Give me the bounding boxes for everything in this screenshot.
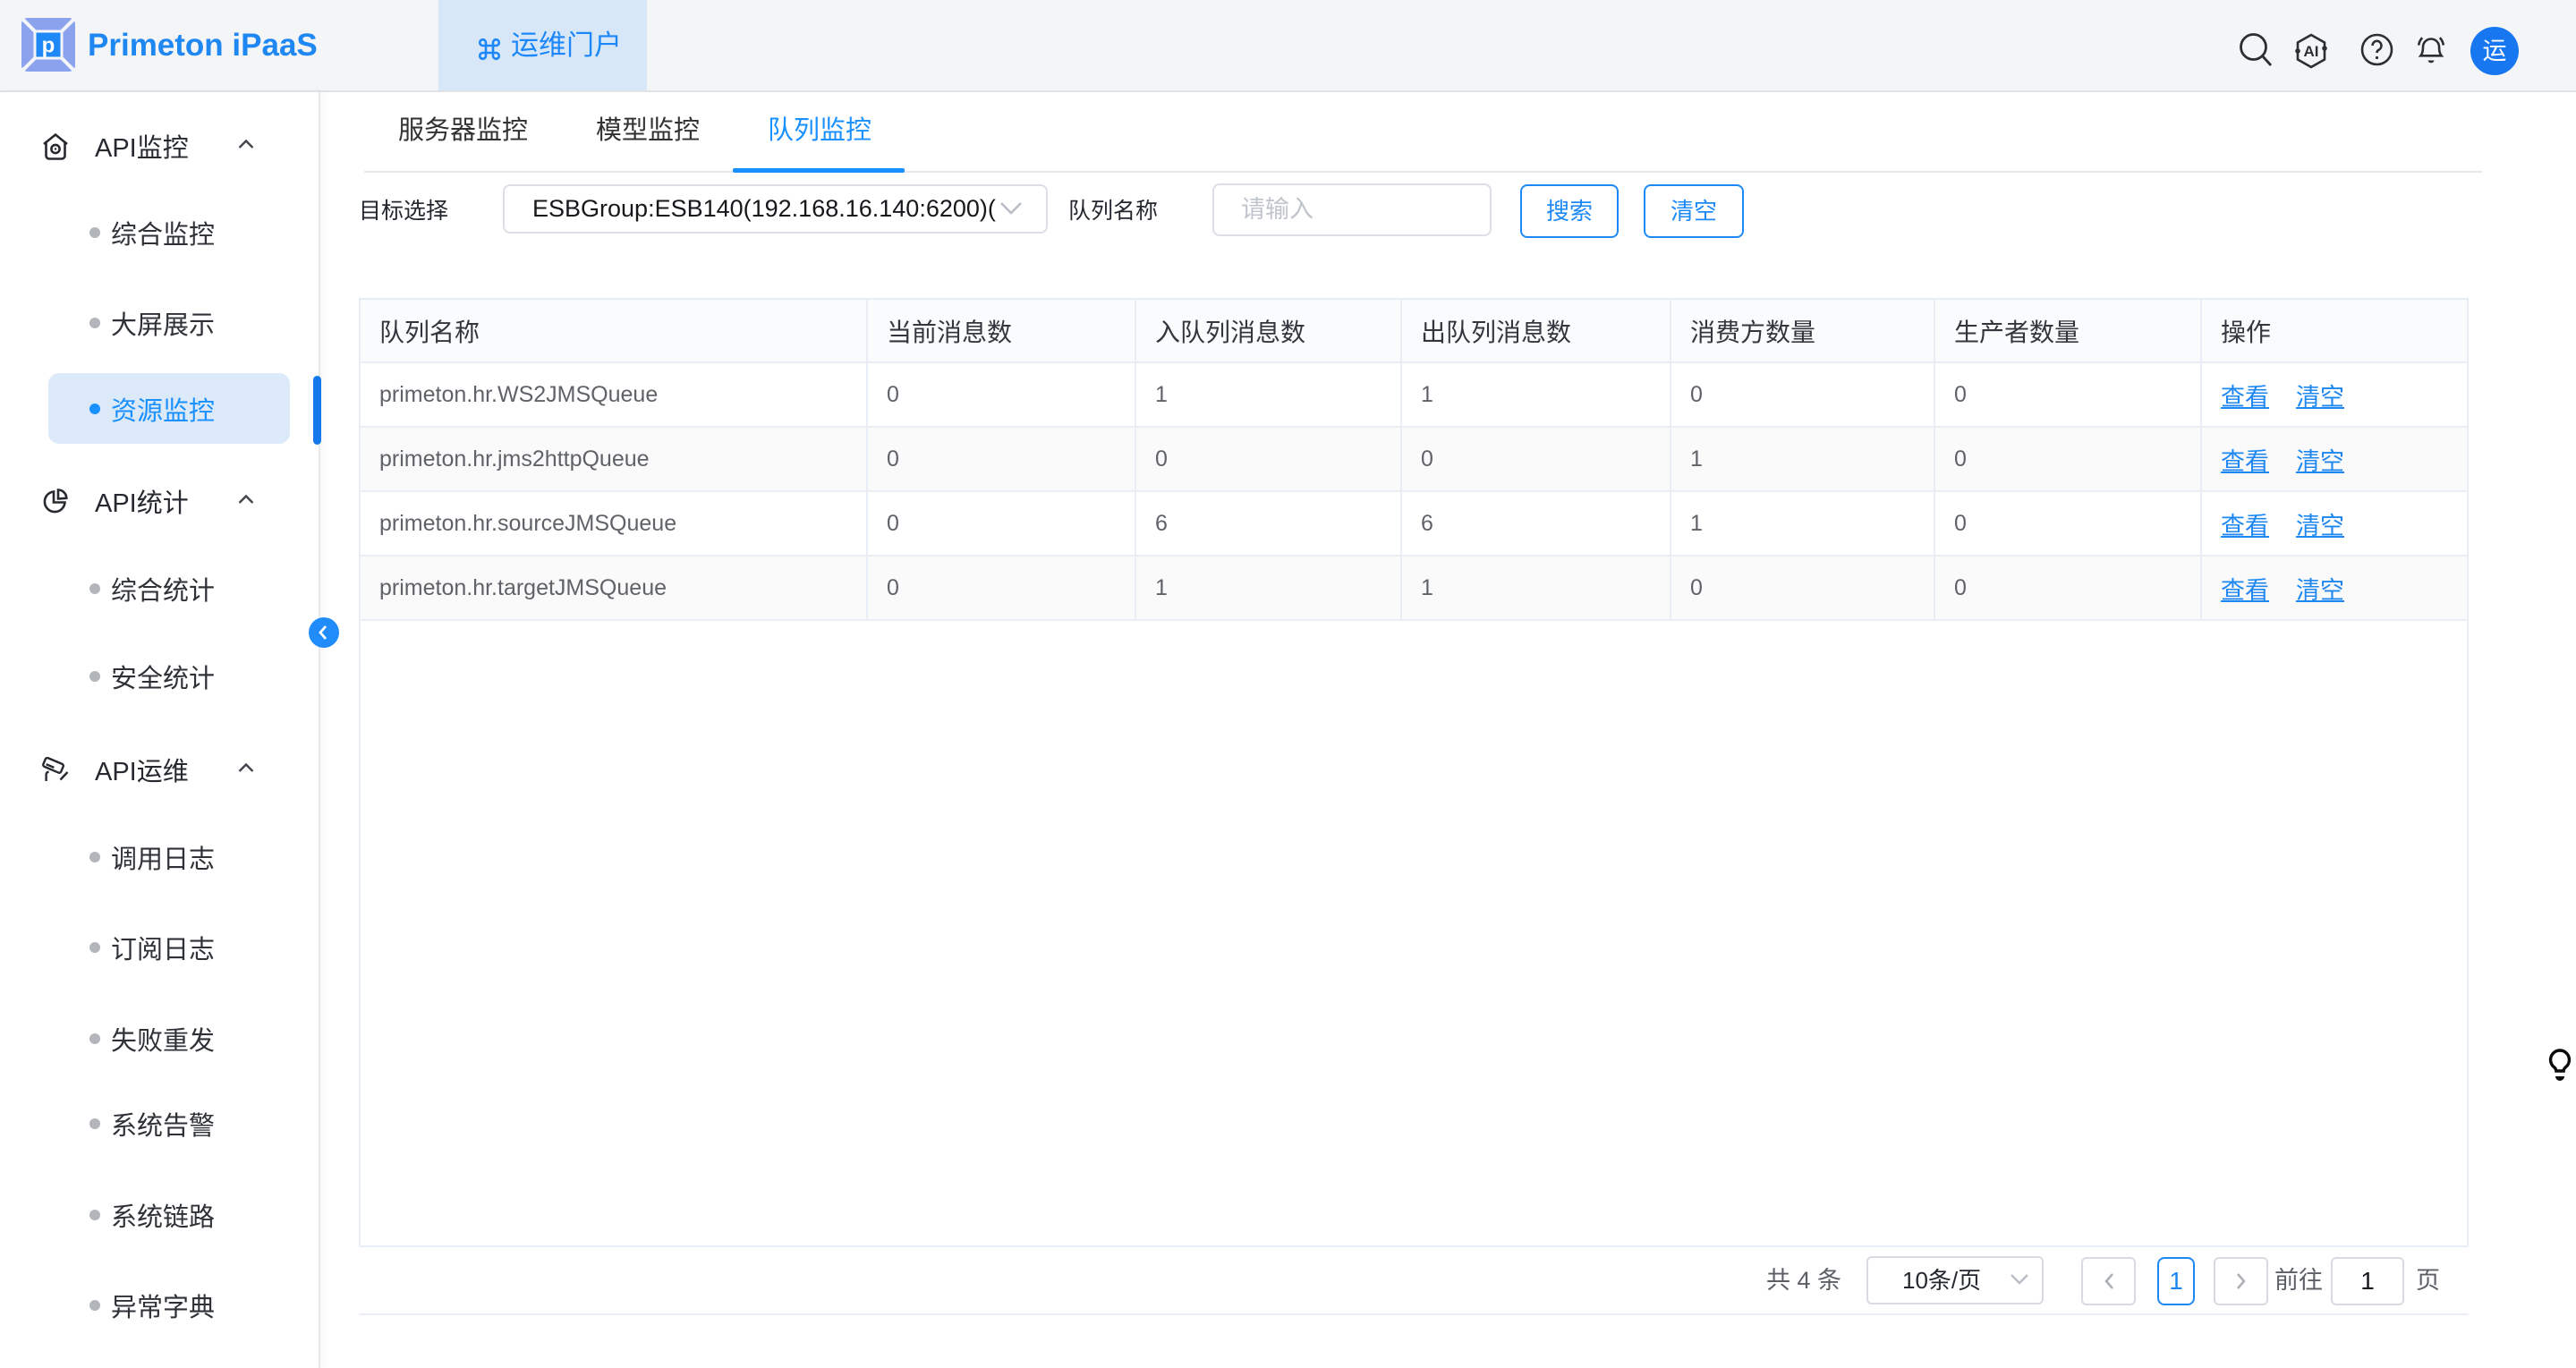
svg-text:p: p (42, 34, 55, 58)
svg-text:AI: AI (2304, 43, 2319, 60)
